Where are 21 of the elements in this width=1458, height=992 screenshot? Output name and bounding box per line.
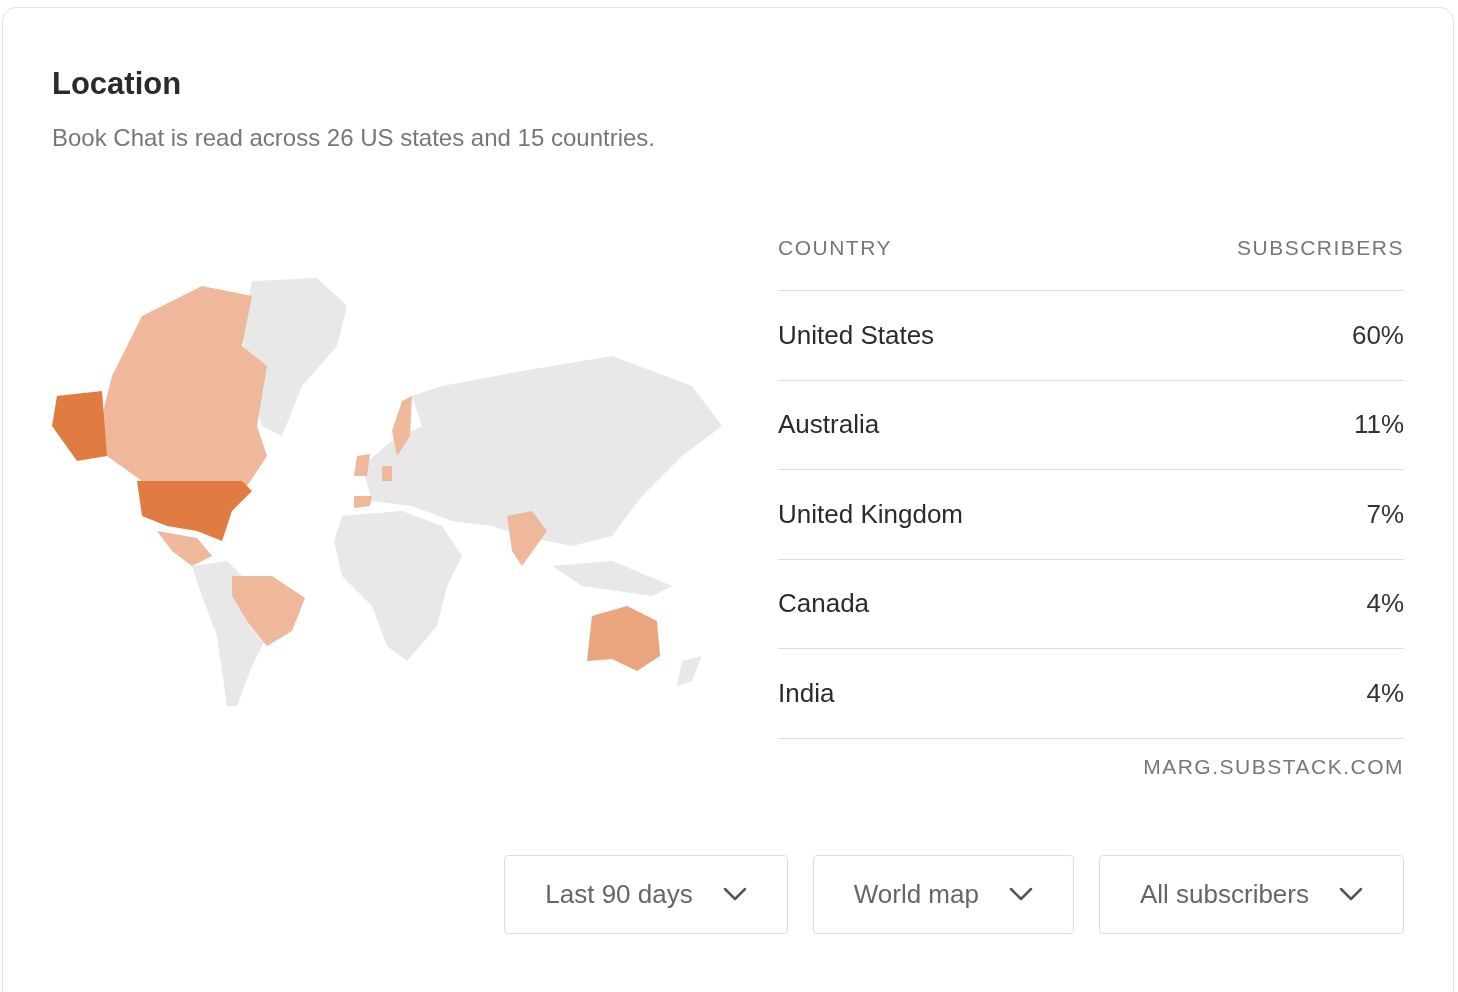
- chevron-down-icon: [1339, 887, 1363, 901]
- column-header: SUBSCRIBERS: [1236, 236, 1404, 260]
- country-name: Canada: [778, 588, 870, 620]
- country-name: India: [778, 677, 835, 709]
- country-name: United Kingdom: [778, 498, 963, 530]
- subscriber-share: 7%: [1366, 498, 1404, 530]
- subscriber-share: 11%: [1353, 409, 1404, 441]
- filter-dropdown[interactable]: World map: [812, 854, 1074, 934]
- source-label: MARG.SUBSTACK.COM: [1143, 754, 1404, 779]
- filter-dropdown[interactable]: Last 90 days: [504, 854, 788, 934]
- subscriber-share: 60%: [1351, 319, 1404, 351]
- subscriber-share: 4%: [1366, 677, 1404, 709]
- subscriber-share: 4%: [1366, 588, 1404, 620]
- card-title: Location: [52, 66, 183, 102]
- country-name: United States: [778, 319, 935, 351]
- chevron-down-icon: [1008, 887, 1033, 901]
- chevron-down-icon: [722, 887, 747, 901]
- filter-dropdown[interactable]: All subscribers: [1098, 854, 1404, 934]
- column-header: COUNTRY: [778, 236, 892, 260]
- country-name: Australia: [778, 409, 880, 441]
- card-subtitle: Book Chat is read across 26 US states and 15 countries.: [52, 124, 656, 152]
